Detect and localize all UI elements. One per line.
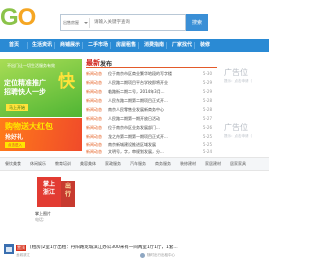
banner2-button: 点击进入	[5, 142, 25, 148]
news-date: 5-28	[202, 98, 212, 103]
news-item[interactable]: 新闻动态 临路街二期二号，2014年3月... 5-29	[86, 87, 217, 96]
banner-headline: 不出门让一切生活服务有效	[7, 63, 55, 68]
nav-divider	[166, 42, 167, 49]
category-link[interactable]: 休闲娱乐	[30, 158, 46, 170]
news-item[interactable]: 新闻动态 人民路二期项目平台学校即将开业 5-29	[86, 78, 217, 87]
ad-title: 广告位	[224, 68, 248, 77]
ad-slot[interactable]: 广告位 提示：点击申请（	[224, 123, 269, 139]
nav-item-shops[interactable]: 商铺展示	[60, 39, 80, 52]
news-date: 5-24	[202, 149, 212, 154]
news-title[interactable]: 位于南京市区业务发展部门...	[108, 123, 193, 132]
news-item[interactable]: 新闻动态 人民东路二期第二期项目正式开... 5-28	[86, 96, 217, 105]
listing-thumbnail[interactable]	[4, 244, 14, 254]
search-input[interactable]	[92, 17, 188, 28]
news-item[interactable]: 新闻动态 文明号，字，审规划发展，分... 5-24	[86, 148, 217, 156]
category-bar: 餐饮美食 休闲娱乐 教育培训 美容美体 家政服务 汽车服务 商务服务 装修建材 …	[0, 157, 269, 171]
news-divider	[86, 67, 217, 68]
news-category: 新闻动态	[86, 125, 102, 130]
nav-item-life-info[interactable]: 生活资讯	[32, 39, 52, 52]
news-item[interactable]: 新闻动态 位于南京市区商业繁华地段的写字楼 5-30	[86, 69, 217, 78]
news-title[interactable]: 人民东路二期第二期项目正式开...	[108, 96, 193, 105]
news-category: 新闻动态	[86, 89, 102, 94]
category-link[interactable]: 家居建材	[205, 158, 221, 170]
news-item[interactable]: 新闻动态 南京人民零售业发展新商务中心 5-28	[86, 105, 217, 114]
logo-letter-o: O	[17, 4, 37, 31]
news-date: 5-28	[202, 107, 212, 112]
news-title[interactable]: 临路街二期二号，2014年3月...	[108, 87, 193, 96]
nav-divider	[82, 42, 83, 49]
ad-title: 广告位	[224, 123, 248, 132]
user-icon	[140, 253, 145, 258]
nav-item-home[interactable]: 首页	[9, 39, 19, 52]
nav-item-secondhand[interactable]: 二手市场	[88, 39, 108, 52]
category-link[interactable]: 教育培训	[55, 158, 71, 170]
nav-item-decoration[interactable]: 装修	[200, 39, 210, 52]
category-link[interactable]: 居家家具	[230, 158, 246, 170]
news-category: 新闻动态	[86, 116, 102, 121]
news-date: 5-26	[202, 125, 212, 130]
news-date: 5-30	[202, 71, 212, 76]
chevron-down-icon	[84, 22, 88, 24]
nav-item-housing[interactable]: 房屋租售	[116, 39, 136, 52]
sticky-badge: 置顶	[16, 245, 26, 251]
category-link[interactable]: 餐饮美食	[5, 158, 21, 170]
news-category: 新闻动态	[86, 149, 102, 154]
news-title[interactable]: 南京人民零售业发展新商务中心	[108, 105, 193, 114]
news-date: 5-29	[202, 89, 212, 94]
nav-divider	[194, 42, 195, 49]
nav-item-consumer-guide[interactable]: 消费指南	[144, 39, 164, 52]
banner2-line2: 抢好礼	[5, 134, 24, 141]
logo-letter-g: G	[0, 4, 19, 31]
news-item[interactable]: 新闻动态 位于南京市区业务发展部门... 5-26	[86, 123, 217, 132]
promo-banner-recruit[interactable]: 不出门让一切生活服务有效 定位精准推广 招聘快人一步 快 马上开始	[0, 59, 82, 117]
nav-divider	[27, 42, 28, 49]
news-title[interactable]: 人民路二期项目平台学校即将开业	[108, 78, 193, 87]
listing-poster[interactable]: 随时出行出租中心	[147, 253, 175, 258]
main-nav: 首页 生活资讯 商铺展示 二手市场 房屋租售 消费指南 厂家找代 装修	[0, 39, 269, 52]
banner2-line1: 购物送大红包	[5, 122, 53, 131]
listing-location: 龙城滨江	[16, 253, 30, 257]
banner-accent-char: 快	[58, 72, 75, 92]
product-image-text: 掌上 浙江	[37, 177, 61, 207]
ad-slot[interactable]: 广告位 提示：点击申请（	[224, 68, 269, 84]
promo-banner-shopping[interactable]: 购物送大红包 抢好礼 点击进入	[0, 118, 82, 151]
search-button[interactable]: 搜索	[186, 14, 208, 31]
banner-cta: 马上开始	[6, 104, 28, 111]
news-item[interactable]: 新闻动态 人民路二期第一期开放日活动 5-27	[86, 114, 217, 123]
news-title[interactable]: 位于南京市区商业繁华地段的写字楼	[108, 69, 193, 78]
search-box: 出售房屋	[60, 14, 188, 31]
banner-slogan: 定位精准推广 招聘快人一步	[4, 79, 46, 96]
news-category: 新闻动态	[86, 98, 102, 103]
category-link[interactable]: 商务服务	[155, 158, 171, 170]
news-category: 新闻动态	[86, 80, 102, 85]
site-logo[interactable]: GO	[0, 6, 40, 30]
listing-title[interactable]: [租房]2室1厅出租：丹阳路龙城滨江办公300米有一间两室1厅1厅，1套...	[30, 245, 210, 251]
nav-divider	[110, 42, 111, 49]
news-category: 新闻动态	[86, 71, 102, 76]
category-link[interactable]: 装修建材	[180, 158, 196, 170]
news-date: 5-29	[202, 80, 212, 85]
category-link[interactable]: 美容美体	[80, 158, 96, 170]
search-category-label: 出售房屋	[63, 20, 79, 25]
ad-hint: 提示：点击申请（	[224, 134, 252, 138]
nav-item-agents[interactable]: 厂家找代	[172, 39, 192, 52]
product-image[interactable]: 掌上 浙江 出 行	[35, 175, 75, 209]
product-phone: 电话:	[35, 217, 45, 222]
product-image-text-2: 出 行	[61, 181, 75, 207]
category-link[interactable]: 汽车服务	[130, 158, 146, 170]
news-title[interactable]: 人民路二期第一期开放日活动	[108, 114, 193, 123]
nav-divider	[138, 42, 139, 49]
news-category: 新闻动态	[86, 107, 102, 112]
ad-hint: 提示：点击申请（	[224, 79, 252, 83]
news-section-header: 最新 发布	[86, 59, 217, 68]
nav-divider	[54, 42, 55, 49]
news-date: 5-27	[202, 116, 212, 121]
news-title[interactable]: 文明号，字，审规划发展，分...	[108, 148, 193, 156]
category-link[interactable]: 家政服务	[105, 158, 121, 170]
search-category-select[interactable]: 出售房屋	[63, 18, 90, 28]
